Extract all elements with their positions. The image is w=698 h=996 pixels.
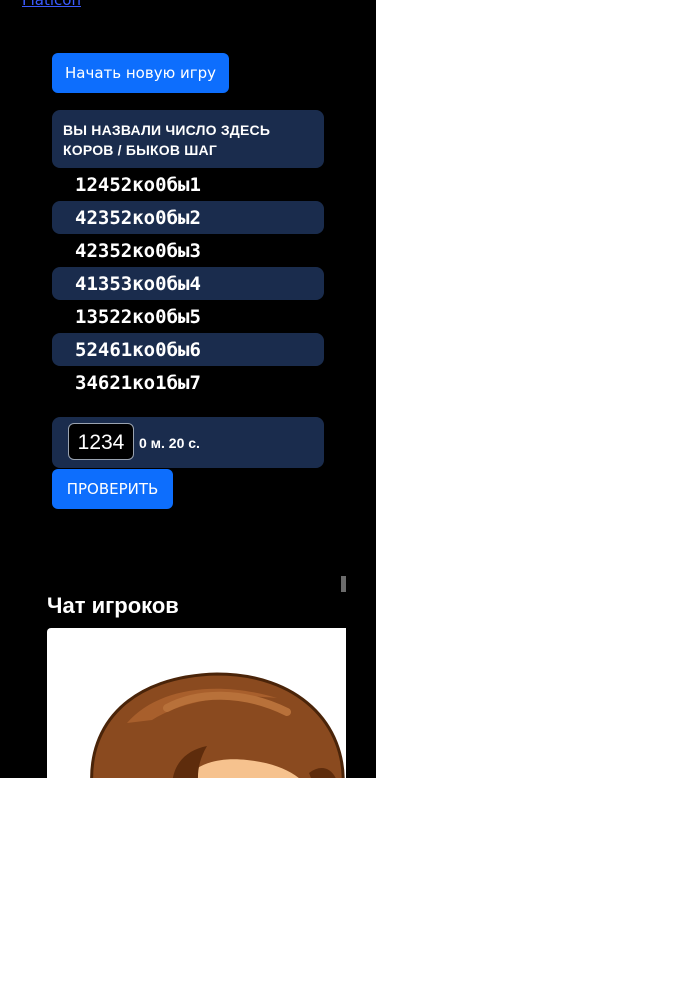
row-number: 1352	[75, 305, 121, 328]
row-cows: 2	[120, 206, 133, 229]
row-cows: 1	[120, 338, 133, 361]
row-number: 4235	[75, 206, 121, 229]
table-header-line-2: КОРОВ / БЫКОВ ШАГ	[63, 142, 217, 158]
row-bull-label: бы	[166, 371, 190, 394]
table-row: 4235 2 ко 0 бы 2	[52, 201, 324, 234]
cartoon-avatar-icon	[90, 672, 345, 778]
row-bulls: 0	[155, 206, 167, 229]
row-cows: 3	[120, 272, 133, 295]
row-bulls: 0	[155, 305, 167, 328]
row-cow-label: ко	[132, 206, 156, 229]
row-bulls: 0	[155, 338, 167, 361]
row-step: 4	[189, 272, 201, 295]
row-bull-label: бы	[166, 206, 190, 229]
row-cows: 1	[120, 371, 133, 394]
table-row: 3462 1 ко 1 бы 7	[52, 366, 324, 399]
table-row: 1352 2 ко 0 бы 5	[52, 300, 324, 333]
row-bulls: 0	[155, 239, 167, 262]
row-step: 6	[189, 338, 201, 361]
table-header-line-1: ВЫ НАЗВАЛИ ЧИСЛО ЗДЕСЬ	[63, 122, 271, 138]
row-bull-label: бы	[166, 173, 190, 196]
game-timer: 0 м. 20 с.	[139, 435, 200, 451]
row-step: 7	[189, 371, 201, 394]
table-row: 5246 1 ко 0 бы 6	[52, 333, 324, 366]
table-row: 4235 2 ко 0 бы 3	[52, 234, 324, 267]
guess-input-panel: 1234 0 м. 20 с.	[52, 417, 324, 468]
table-header: ВЫ НАЗВАЛИ ЧИСЛО ЗДЕСЬ КОРОВ / БЫКОВ ШАГ	[52, 110, 324, 168]
guess-history: 1245 2 ко 0 бы 1 4235 2 ко 0 бы 2 4235 2…	[52, 168, 324, 399]
row-cows: 2	[120, 305, 133, 328]
check-button[interactable]: ПРОВЕРИТЬ	[52, 469, 173, 509]
row-cow-label: ко	[132, 272, 156, 295]
flaticon-link[interactable]: Flaticon	[22, 0, 81, 9]
row-bulls: 1	[155, 371, 167, 394]
row-cow-label: ко	[132, 371, 156, 394]
row-cow-label: ко	[132, 239, 156, 262]
chat-title: Чат игроков	[47, 593, 179, 618]
row-cows: 2	[120, 173, 133, 196]
row-bull-label: бы	[166, 272, 190, 295]
row-bull-label: бы	[166, 239, 190, 262]
row-bull-label: бы	[166, 305, 190, 328]
chat-avatar-card	[47, 628, 346, 778]
row-number: 1245	[75, 173, 121, 196]
row-cow-label: ко	[132, 305, 156, 328]
row-cow-label: ко	[132, 338, 156, 361]
row-number: 5246	[75, 338, 121, 361]
row-number: 4135	[75, 272, 121, 295]
row-number: 3462	[75, 371, 121, 394]
new-game-button[interactable]: Начать новую игру	[52, 53, 229, 93]
row-step: 5	[189, 305, 201, 328]
row-cow-label: ко	[132, 173, 156, 196]
table-row: 4135 3 ко 0 бы 4	[52, 267, 324, 300]
table-row: 1245 2 ко 0 бы 1	[52, 168, 324, 201]
row-bull-label: бы	[166, 338, 190, 361]
guess-input[interactable]: 1234	[68, 423, 134, 460]
row-step: 3	[189, 239, 201, 262]
game-panel: Flaticon Начать новую игру ВЫ НАЗВАЛИ ЧИ…	[0, 0, 376, 778]
row-number: 4235	[75, 239, 121, 262]
row-bulls: 0	[155, 272, 167, 295]
row-step: 2	[189, 206, 201, 229]
row-cows: 2	[120, 239, 133, 262]
scrollbar-thumb[interactable]	[341, 576, 346, 592]
row-step: 1	[189, 173, 201, 196]
row-bulls: 0	[155, 173, 167, 196]
